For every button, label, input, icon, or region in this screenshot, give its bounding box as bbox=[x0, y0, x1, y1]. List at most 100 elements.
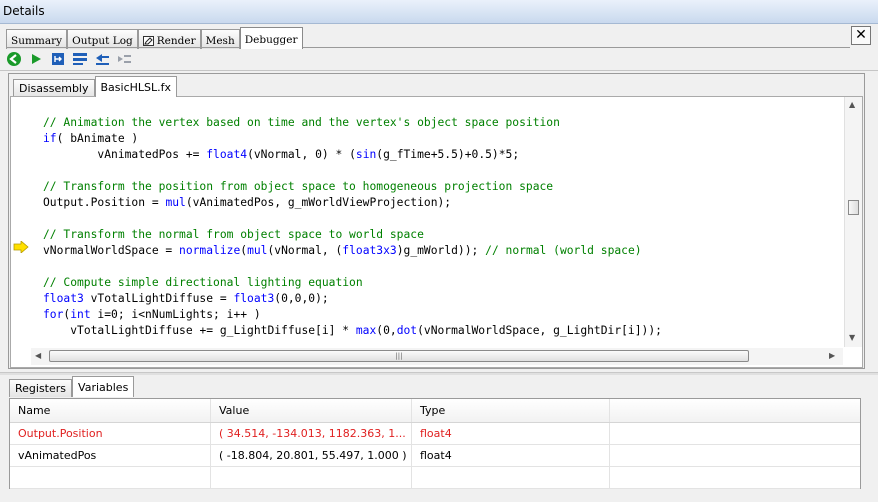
table-row-empty bbox=[10, 467, 860, 489]
tab-registers[interactable]: Registers bbox=[9, 379, 73, 397]
variable-type: float4 bbox=[412, 423, 610, 444]
code-line: // Transform the normal from object spac… bbox=[43, 227, 838, 243]
tab-label: BasicHLSL.fx bbox=[100, 80, 172, 94]
code-keyword: float3 bbox=[233, 292, 275, 305]
code-comment: // Transform the normal from object spac… bbox=[43, 228, 424, 241]
breakpoint-gutter[interactable] bbox=[11, 97, 33, 347]
code-keyword: mul bbox=[247, 244, 268, 257]
code-text: ( bAnimate ) bbox=[56, 132, 139, 145]
vertical-scrollbar[interactable]: ▲ ▼ bbox=[844, 97, 862, 347]
horizontal-scrollbar[interactable]: ◀ ||| ▶ bbox=[31, 348, 843, 365]
current-line-arrow-icon bbox=[13, 240, 29, 254]
code-comment: // Transform the position from object sp… bbox=[43, 180, 554, 193]
close-button[interactable]: ✕ bbox=[851, 26, 871, 45]
code-line: if( bAnimate ) bbox=[43, 131, 838, 147]
step-over-icon[interactable] bbox=[72, 51, 88, 67]
code-line: float3 vTotalLightDiffuse = float3(0,0,0… bbox=[43, 291, 838, 307]
tab-disassembly[interactable]: Disassembly bbox=[13, 79, 95, 97]
code-line: for(int i=0; i<nNumLights; i++ ) bbox=[43, 307, 838, 323]
run-to-cursor-icon[interactable] bbox=[116, 51, 132, 67]
variable-type: float4 bbox=[412, 445, 610, 466]
tab-summary[interactable]: Summary bbox=[6, 29, 68, 49]
source-editor-panel: Disassembly BasicHLSL.fx // Animation th… bbox=[8, 73, 865, 369]
tab-label: Variables bbox=[78, 380, 129, 394]
code-keyword: if bbox=[43, 132, 57, 145]
horizontal-scroll-thumb[interactable]: ||| bbox=[49, 350, 749, 362]
top-tab-strip: Summary Output Log Render Mesh Debugger bbox=[6, 27, 303, 49]
code-text: (vAnimatedPos, g_mWorldViewProjection); bbox=[185, 196, 452, 209]
code-text: vTotalLightDiffuse += g_LightDiffuse[i] … bbox=[70, 324, 356, 337]
column-header-type[interactable]: Type bbox=[412, 399, 610, 422]
table-row[interactable]: vAnimatedPos ( -18.804, 20.801, 55.497, … bbox=[10, 445, 860, 467]
code-text: vTotalLightDiffuse = bbox=[83, 292, 234, 305]
tab-label: Registers bbox=[15, 382, 67, 395]
scroll-down-icon[interactable]: ▼ bbox=[849, 333, 855, 342]
tab-output-log[interactable]: Output Log bbox=[67, 29, 138, 49]
code-text: (0,0,0); bbox=[274, 292, 329, 305]
code-text: vNormalWorldSpace = bbox=[43, 244, 180, 257]
step-out-icon[interactable] bbox=[94, 51, 110, 67]
tab-label: Summary bbox=[11, 35, 63, 47]
vertical-scroll-thumb[interactable] bbox=[848, 200, 859, 215]
tab-variables[interactable]: Variables bbox=[72, 376, 135, 397]
step-into-icon[interactable] bbox=[50, 51, 66, 67]
back-icon[interactable] bbox=[6, 51, 22, 67]
tab-debugger[interactable]: Debugger bbox=[239, 27, 303, 49]
tab-label: Output Log bbox=[72, 35, 133, 47]
empty-cell bbox=[412, 467, 610, 488]
code-text: (vNormal, 0) * ( bbox=[247, 148, 356, 161]
tab-label: Mesh bbox=[205, 35, 235, 47]
empty-cell bbox=[610, 445, 858, 466]
debug-toolbar bbox=[6, 50, 132, 68]
code-view[interactable]: // Animation the vertex based on time an… bbox=[10, 96, 863, 368]
code-line: vTotalLightDiffuse += g_LightDiffuse[i] … bbox=[43, 323, 838, 339]
code-line: vAnimatedPos += float4(vNormal, 0) * (si… bbox=[43, 147, 838, 163]
code-text: (vNormalWorldSpace, g_LightDir[i])); bbox=[417, 324, 662, 337]
code-keyword: float3 bbox=[43, 292, 84, 305]
empty-cell bbox=[610, 467, 858, 488]
code-keyword: for bbox=[43, 308, 64, 321]
scroll-left-icon[interactable]: ◀ bbox=[35, 351, 41, 360]
code-text: (0, bbox=[376, 324, 397, 337]
code-text: (g_fTime+5.5)+0.5)*5; bbox=[376, 148, 520, 161]
table-row[interactable]: Output.Position ( 34.514, -134.013, 1182… bbox=[10, 423, 860, 445]
tab-render[interactable]: Render bbox=[137, 29, 201, 49]
column-header-value[interactable]: Value bbox=[211, 399, 412, 422]
code-text: i=0; i<nNumLights; i++ ) bbox=[90, 308, 261, 321]
code-keyword: int bbox=[70, 308, 91, 321]
tab-label: Render bbox=[156, 35, 196, 47]
panel-splitter[interactable] bbox=[0, 372, 878, 375]
code-keyword: max bbox=[355, 324, 377, 337]
column-header-empty bbox=[610, 399, 858, 422]
scroll-up-icon[interactable]: ▲ bbox=[849, 100, 855, 109]
variables-panel: Name Value Type Output.Position ( 34.514… bbox=[9, 398, 861, 489]
editor-tab-strip: Disassembly BasicHLSL.fx bbox=[13, 76, 178, 97]
pencil-icon bbox=[142, 36, 154, 46]
code-keyword: sin bbox=[355, 148, 377, 161]
scroll-right-icon[interactable]: ▶ bbox=[829, 351, 835, 360]
code-keyword: normalize bbox=[179, 244, 241, 257]
window-bottom-edge bbox=[0, 492, 878, 502]
empty-cell bbox=[610, 423, 858, 444]
code-comment: // Compute simple directional lighting e… bbox=[43, 276, 363, 289]
code-text: (vNormal, ( bbox=[267, 244, 343, 257]
tab-mesh[interactable]: Mesh bbox=[200, 29, 240, 49]
tab-strip-divider bbox=[6, 47, 850, 48]
tab-label: Debugger bbox=[244, 34, 298, 46]
code-text: Output.Position = bbox=[43, 196, 166, 209]
window-title: Details bbox=[0, 0, 878, 24]
empty-cell bbox=[211, 467, 412, 488]
play-icon[interactable] bbox=[28, 51, 44, 67]
tab-basichlsl-fx[interactable]: BasicHLSL.fx bbox=[94, 76, 178, 97]
tab-label: Disassembly bbox=[19, 82, 89, 95]
empty-cell bbox=[10, 467, 211, 488]
code-line: Output.Position = mul(vAnimatedPos, g_mW… bbox=[43, 195, 838, 211]
column-header-name[interactable]: Name bbox=[10, 399, 211, 422]
code-line: // Compute simple directional lighting e… bbox=[43, 275, 838, 291]
variable-value: ( 34.514, -134.013, 1182.363, 1... bbox=[211, 423, 412, 444]
code-line: // Transform the position from object sp… bbox=[43, 179, 838, 195]
